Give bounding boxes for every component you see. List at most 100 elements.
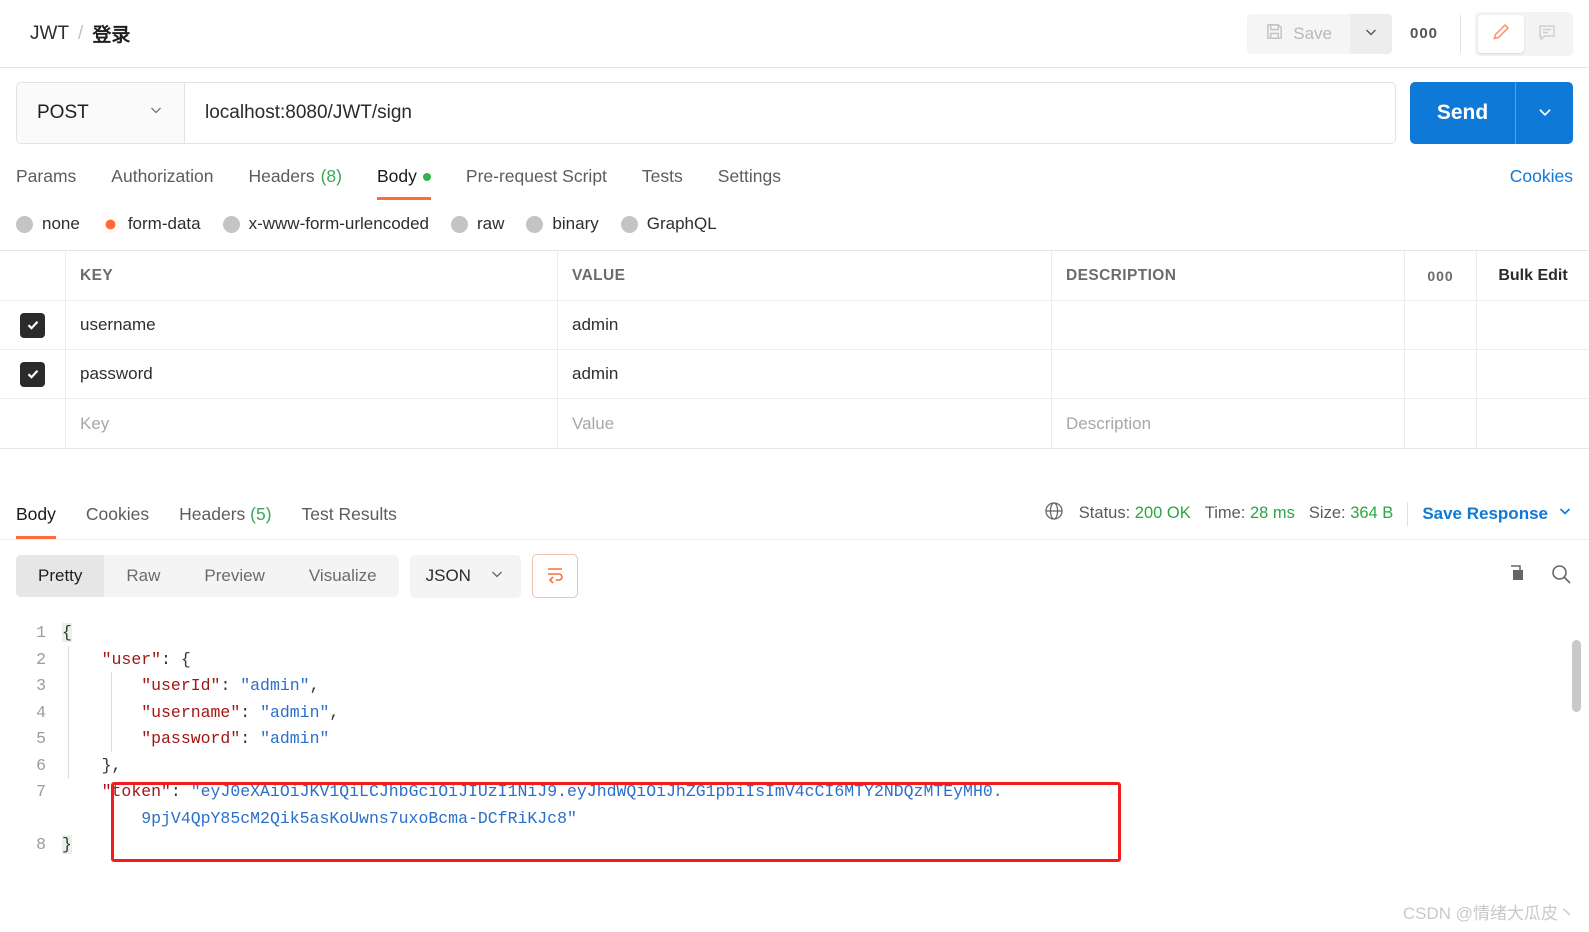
row-spacer-2: [1477, 301, 1589, 349]
line-number: 3: [36, 676, 46, 695]
table-placeholder-row[interactable]: Key Value Description: [0, 399, 1589, 448]
copy-button[interactable]: [1505, 563, 1527, 590]
response-tabs: Body Cookies Headers (5) Test Results St…: [0, 494, 1589, 540]
code-block[interactable]: 1 2 3 4 5 6 7 8 { "user": { "userId": "a…: [16, 620, 1573, 859]
radio-dot-icon: [222, 215, 240, 233]
word-wrap-button[interactable]: [531, 554, 578, 598]
view-mode-pretty[interactable]: Pretty: [16, 555, 105, 597]
row-key[interactable]: password: [66, 350, 558, 398]
radio-label: x-www-form-urlencoded: [248, 214, 430, 233]
format-select[interactable]: JSON: [409, 554, 521, 598]
view-mode-visualize[interactable]: Visualize: [287, 555, 399, 597]
view-mode-preview[interactable]: Preview: [182, 555, 286, 597]
bulk-edit-button[interactable]: Bulk Edit: [1477, 251, 1589, 300]
row-value[interactable]: admin: [558, 350, 1052, 398]
chevron-down-icon: [489, 566, 505, 587]
checkbox-checked-icon[interactable]: [20, 361, 45, 387]
comment-icon: [1537, 22, 1557, 45]
cookies-link[interactable]: Cookies: [1510, 166, 1573, 200]
save-dropdown-button[interactable]: [1350, 13, 1392, 54]
chevron-down-icon: [1363, 24, 1379, 43]
save-response-button[interactable]: Save Response: [1422, 503, 1573, 524]
radio-label: binary: [552, 214, 599, 233]
breadcrumb-separator: /: [78, 22, 84, 44]
body-modified-dot-icon: [422, 172, 431, 181]
radio-x-www-form-urlencoded[interactable]: x-www-form-urlencoded: [222, 214, 430, 234]
code-token: 9pjV4QpY85cM2Qik5asKoUwns7uxoBcma-DCfRiK…: [141, 808, 577, 828]
url-input-wrapper: POST localhost:8080/JWT/sign: [16, 82, 1396, 144]
breadcrumb: JWT / 登录: [30, 20, 130, 47]
table-options-button[interactable]: 000: [1405, 251, 1477, 300]
status-label: Status:: [1078, 504, 1131, 522]
tab-label: Settings: [717, 166, 782, 186]
row-description[interactable]: [1052, 350, 1405, 398]
code-token: "admin": [240, 676, 310, 695]
send-button[interactable]: Send: [1410, 82, 1515, 144]
row-checkbox-cell[interactable]: [0, 301, 66, 349]
tab-body[interactable]: Body: [377, 156, 431, 200]
radio-dot-icon: [16, 215, 33, 233]
row-spacer: [1405, 399, 1477, 448]
new-description-input[interactable]: Description: [1052, 399, 1405, 448]
indent-guide: [111, 672, 112, 752]
row-checkbox-cell-empty[interactable]: [0, 399, 66, 448]
new-key-input[interactable]: Key: [66, 399, 558, 448]
method-select[interactable]: POST: [17, 83, 185, 143]
size-text: Size: 364 B: [1309, 504, 1393, 523]
response-tab-headers[interactable]: Headers (5): [179, 494, 271, 539]
new-value-input[interactable]: Value: [558, 399, 1052, 448]
radio-raw[interactable]: raw: [451, 214, 504, 234]
row-key[interactable]: username: [66, 301, 558, 349]
header-divider: [1460, 14, 1461, 53]
url-input[interactable]: localhost:8080/JWT/sign: [185, 102, 1395, 124]
view-mode-raw[interactable]: Raw: [104, 555, 182, 597]
tab-headers[interactable]: Headers (8): [248, 156, 342, 200]
tab-label: Headers: [248, 166, 315, 186]
header-description: DESCRIPTION: [1052, 251, 1405, 300]
line-number: 6: [36, 755, 46, 775]
tab-label: Authorization: [111, 166, 214, 186]
more-options-button[interactable]: 000: [1402, 14, 1446, 54]
tab-label: Test Results: [301, 504, 397, 524]
size-label: Size:: [1308, 504, 1346, 522]
code-scrollbar[interactable]: [1572, 640, 1581, 712]
code-content[interactable]: { "user": { "userId": "admin", "username…: [62, 620, 1573, 859]
radio-binary[interactable]: binary: [526, 214, 599, 234]
response-tab-cookies[interactable]: Cookies: [86, 494, 149, 539]
table-row[interactable]: username admin: [0, 301, 1589, 350]
breadcrumb-root[interactable]: JWT: [30, 23, 69, 45]
code-token: "admin": [260, 702, 330, 722]
radio-graphql[interactable]: GraphQL: [620, 214, 717, 234]
response-tab-body[interactable]: Body: [16, 494, 56, 539]
edit-button[interactable]: [1478, 14, 1524, 53]
response-tab-test-results[interactable]: Test Results: [302, 494, 397, 539]
tab-tests[interactable]: Tests: [642, 156, 683, 200]
status-text: Status: 200 OK: [1079, 504, 1191, 523]
row-value[interactable]: admin: [558, 301, 1052, 349]
row-description[interactable]: [1052, 301, 1405, 349]
radio-form-data[interactable]: form-data: [101, 214, 201, 234]
row-checkbox-cell[interactable]: [0, 350, 66, 398]
radio-label: none: [42, 214, 80, 233]
line-number-gutter: 1 2 3 4 5 6 7 8: [16, 620, 62, 859]
code-line-5: "password": "admin": [141, 729, 330, 748]
table-row[interactable]: password admin: [0, 350, 1589, 399]
tab-pre-request-script[interactable]: Pre-request Script: [466, 156, 607, 200]
search-button[interactable]: [1549, 562, 1573, 591]
tab-authorization[interactable]: Authorization: [111, 156, 213, 200]
comment-button[interactable]: [1524, 15, 1570, 53]
code-line-4: "username": "admin",: [141, 702, 340, 722]
send-dropdown-button[interactable]: [1515, 82, 1573, 144]
form-data-table: KEY VALUE DESCRIPTION 000 Bulk Edit user…: [0, 250, 1589, 449]
breadcrumb-current: 登录: [92, 25, 131, 46]
tab-count: (8): [320, 166, 342, 186]
tab-params[interactable]: Params: [16, 156, 76, 200]
copy-icon: [1505, 564, 1527, 589]
checkbox-checked-icon[interactable]: [20, 312, 45, 338]
save-button[interactable]: Save: [1247, 13, 1350, 54]
code-token: "password": [141, 729, 241, 748]
code-token: "username": [141, 702, 241, 722]
radio-none[interactable]: none: [16, 214, 80, 234]
watermark: CSDN @情绪大瓜皮丶: [1402, 904, 1575, 923]
tab-settings[interactable]: Settings: [718, 156, 781, 200]
